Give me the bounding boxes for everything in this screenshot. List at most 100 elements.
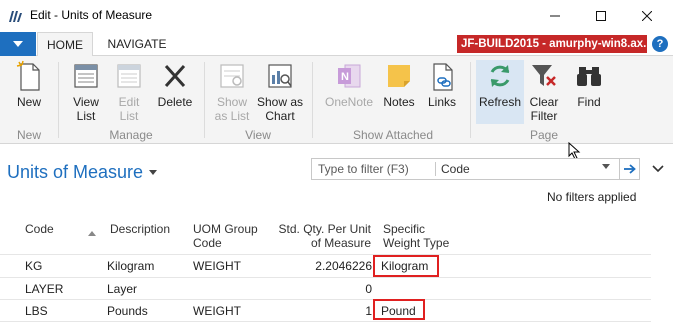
show-as-list-label-2: as List (214, 109, 250, 123)
arrow-right-icon (624, 164, 636, 174)
links-label: Links (427, 95, 456, 109)
filter-box: Code (311, 158, 640, 180)
new-label: New (16, 95, 41, 109)
cell-uom-group[interactable]: WEIGHT (193, 304, 241, 319)
links-icon (426, 60, 458, 92)
cell-code[interactable]: LBS (25, 304, 48, 319)
highlight-box (373, 255, 439, 277)
edit-list-button[interactable]: Edit List (110, 60, 148, 124)
collapse-chevron-icon[interactable] (652, 165, 664, 173)
notes-label: Notes (383, 95, 415, 109)
edit-list-label-2: List (119, 109, 139, 123)
view-list-label-2: List (76, 109, 96, 123)
title-bar: Edit - Units of Measure (0, 0, 673, 32)
cell-uom-group[interactable]: WEIGHT (193, 259, 241, 274)
table-row-divider (0, 254, 651, 255)
filter-field-select[interactable]: Code (441, 162, 470, 176)
clear-filter-button[interactable]: Clear Filter (526, 60, 562, 124)
minimize-icon (550, 15, 560, 17)
svg-text:N: N (341, 71, 349, 83)
delete-icon (159, 60, 191, 92)
view-list-icon (70, 60, 102, 92)
close-button[interactable] (624, 0, 670, 32)
links-button[interactable]: Links (422, 60, 462, 124)
table-row-divider (0, 299, 651, 300)
filter-divider (435, 162, 436, 176)
delete-label: Delete (157, 95, 193, 109)
group-show-attached-label: Show Attached (352, 128, 434, 142)
find-label: Find (577, 95, 601, 109)
refresh-label: Refresh (478, 95, 522, 109)
cell-description[interactable]: Pounds (107, 304, 148, 319)
show-as-list-button[interactable]: Show as List (212, 60, 252, 124)
sort-ascending-icon[interactable] (88, 231, 96, 236)
column-header-std-qty-line2[interactable]: of Measure (271, 236, 371, 251)
column-header-weight-type-line1[interactable]: Specific (383, 222, 425, 237)
window-title: Edit - Units of Measure (30, 8, 153, 22)
notes-button[interactable]: Notes (380, 60, 418, 124)
show-as-list-label-1: Show (216, 95, 248, 109)
view-list-label-1: View (73, 95, 99, 109)
onenote-button[interactable]: N OneNote (322, 60, 376, 124)
server-badge: JF-BUILD2015 - amurphy-win8.ax... (457, 35, 647, 53)
cell-std-qty[interactable]: 2.2046226 (271, 259, 372, 274)
apply-filter-button[interactable] (619, 159, 640, 179)
clear-filter-label-1: Clear (529, 95, 559, 109)
edit-list-icon (113, 60, 145, 92)
column-header-uom-group-line1[interactable]: UOM Group (193, 222, 258, 237)
column-header-code[interactable]: Code (25, 222, 54, 237)
chevron-down-icon[interactable] (149, 170, 157, 175)
tab-navigate[interactable]: NAVIGATE (98, 32, 176, 56)
show-as-chart-label-1: Show as (256, 95, 304, 109)
cell-description[interactable]: Layer (107, 282, 137, 297)
page-title[interactable]: Units of Measure (7, 162, 143, 183)
show-as-chart-button[interactable]: Show as Chart (256, 60, 304, 124)
refresh-icon (484, 60, 516, 92)
group-view-label: View (245, 128, 271, 142)
application-menu-button[interactable] (0, 32, 36, 56)
highlight-box (373, 299, 425, 320)
show-as-chart-label-2: Chart (265, 109, 295, 123)
close-icon (642, 11, 652, 21)
show-as-list-icon (216, 60, 248, 92)
view-list-button[interactable]: View List (66, 60, 106, 124)
tab-home[interactable]: HOME (37, 32, 93, 57)
column-header-description[interactable]: Description (110, 222, 170, 237)
ribbon-separator (204, 62, 205, 138)
onenote-icon: N (333, 60, 365, 92)
column-header-weight-type-line2[interactable]: Weight Type (383, 236, 449, 251)
notes-icon (383, 60, 415, 92)
new-button[interactable]: New (8, 60, 50, 124)
onenote-label: OneNote (324, 95, 374, 109)
group-page-label: Page (529, 128, 559, 142)
no-filters-text: No filters applied (547, 190, 637, 204)
show-as-chart-icon (264, 60, 296, 92)
table-row-divider (0, 321, 651, 322)
chevron-down-icon[interactable] (602, 164, 610, 169)
ribbon-separator (470, 62, 471, 138)
edit-list-label-1: Edit (118, 95, 140, 109)
cell-std-qty[interactable]: 0 (271, 282, 372, 297)
clear-filter-icon (528, 60, 560, 92)
minimize-button[interactable] (532, 0, 578, 32)
maximize-icon (596, 11, 606, 21)
ribbon-separator (58, 62, 59, 138)
clear-filter-label-2: Filter (530, 109, 558, 123)
chevron-down-icon (13, 41, 23, 47)
cell-std-qty[interactable]: 1 (271, 304, 372, 319)
column-header-uom-group-line2[interactable]: Code (193, 236, 222, 251)
column-header-std-qty-line1[interactable]: Std. Qty. Per Unit (271, 222, 371, 237)
refresh-button[interactable]: Refresh (476, 60, 524, 124)
help-button[interactable]: ? (652, 36, 668, 52)
ribbon: New New View List Edit List Delete Manag… (0, 56, 673, 144)
group-manage-label: Manage (109, 128, 153, 142)
delete-button[interactable]: Delete (154, 60, 196, 124)
ribbon-tab-row: HOME NAVIGATE JF-BUILD2015 - amurphy-win… (0, 32, 673, 57)
cell-code[interactable]: LAYER (25, 282, 63, 297)
ribbon-separator (312, 62, 313, 138)
filter-input[interactable] (312, 159, 434, 179)
maximize-button[interactable] (578, 0, 624, 32)
find-button[interactable]: Find (570, 60, 608, 124)
cell-description[interactable]: Kilogram (107, 259, 154, 274)
cell-code[interactable]: KG (25, 259, 42, 274)
